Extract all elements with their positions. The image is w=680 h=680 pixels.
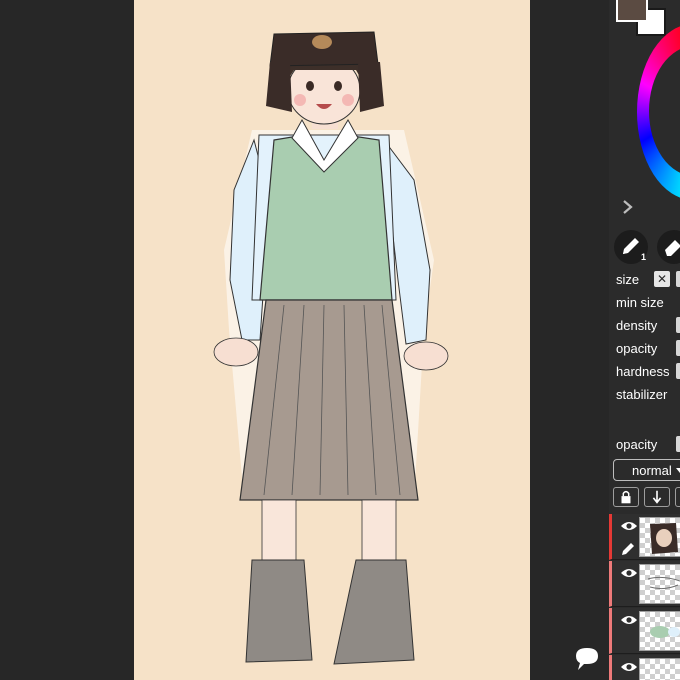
density-slider[interactable] [676, 317, 680, 333]
drawing-workspace[interactable] [0, 0, 609, 680]
layer-item[interactable] [609, 608, 680, 654]
chevron-right-icon[interactable] [619, 198, 635, 216]
speech-bubble-icon[interactable] [572, 644, 602, 674]
pencil-icon [622, 543, 634, 555]
eraser-icon [665, 240, 680, 256]
arrow-down-icon [652, 490, 662, 504]
size-reset-button[interactable]: ✕ [654, 271, 670, 287]
eraser-tool-button[interactable] [657, 230, 680, 264]
drawing-canvas[interactable] [134, 0, 530, 680]
min-size-label: min size [616, 295, 664, 310]
tool-panel: 1 size ✕ min size density opacity hardne… [609, 0, 680, 680]
layer-options-button[interactable] [675, 487, 680, 507]
layer-item[interactable] [609, 655, 680, 680]
layer-thumbnail [639, 611, 680, 651]
lock-layer-button[interactable] [613, 487, 639, 507]
layer-item[interactable] [609, 561, 680, 607]
layer-thumbnail [639, 564, 680, 604]
merge-down-button[interactable] [644, 487, 670, 507]
blend-mode-select[interactable]: normal [613, 459, 680, 481]
hardness-label: hardness [616, 364, 670, 379]
eye-icon[interactable] [620, 520, 638, 532]
brush-number-badge: 1 [641, 252, 647, 262]
layer-opacity-label: opacity [616, 437, 658, 452]
layer-item[interactable] [609, 514, 680, 560]
layer-thumbnail [639, 517, 680, 557]
eye-icon[interactable] [620, 567, 638, 579]
artwork-girl-illustration [213, 31, 449, 665]
brush-opacity-label: opacity [616, 341, 658, 356]
stabilizer-label: stabilizer [616, 387, 668, 402]
pencil-tool-button[interactable]: 1 [614, 230, 648, 264]
size-label: size [616, 272, 640, 287]
brush-opacity-slider[interactable] [676, 340, 680, 356]
layer-thumbnail [639, 658, 680, 680]
density-label: density [616, 318, 658, 333]
size-slider[interactable] [676, 271, 680, 287]
lock-icon [621, 490, 631, 504]
hardness-slider[interactable] [676, 363, 680, 379]
eye-icon[interactable] [620, 661, 638, 673]
foreground-color-swatch[interactable] [616, 0, 648, 22]
caret-down-icon [676, 468, 680, 473]
blend-mode-value: normal [632, 463, 672, 478]
layer-opacity-slider[interactable] [676, 436, 680, 452]
eye-icon[interactable] [620, 614, 638, 626]
